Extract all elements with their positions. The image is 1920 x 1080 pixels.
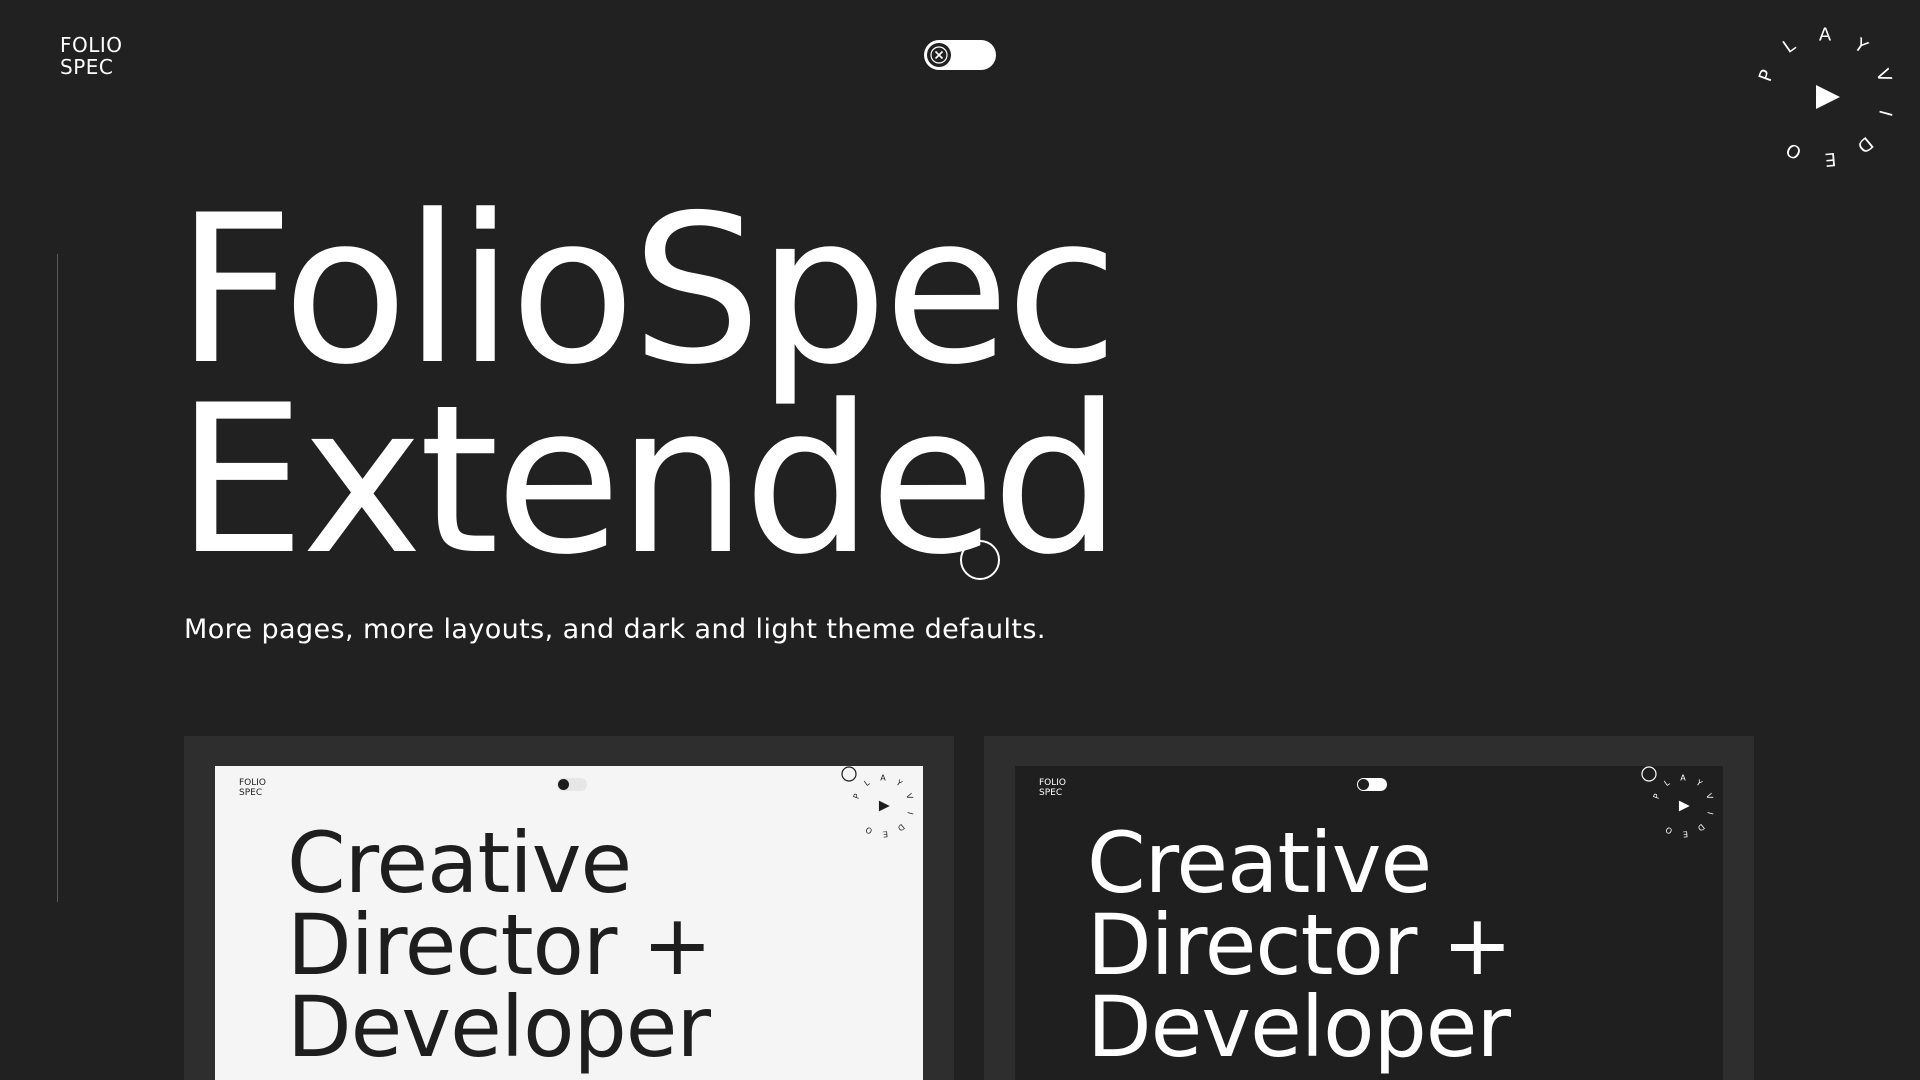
preview-title: Creative Director + Developer bbox=[1087, 814, 1513, 1076]
preview-logo: FOLIO SPEC bbox=[239, 778, 266, 798]
preview-title-line-1: Creative bbox=[287, 814, 632, 912]
preview-logo-line-2: SPEC bbox=[1039, 788, 1063, 798]
preview-title: Creative Director + Developer bbox=[287, 814, 713, 1076]
preview-theme-toggle bbox=[557, 778, 587, 791]
close-icon bbox=[930, 46, 948, 64]
badge-letter: O bbox=[1783, 138, 1806, 163]
badge-letter: Y bbox=[894, 777, 904, 788]
preview-card-dark[interactable]: FOLIO SPEC PLAYV I DEO Creative Director +… bbox=[984, 736, 1754, 1080]
badge-letter: D bbox=[1696, 822, 1707, 833]
badge-letter: L bbox=[862, 778, 871, 788]
badge-letter: P bbox=[852, 792, 862, 800]
preview-screen-light: FOLIO SPEC PLAYV I DEO Creative Director +… bbox=[215, 766, 923, 1080]
badge-letter: Y bbox=[1849, 34, 1872, 59]
theme-toggle[interactable] bbox=[924, 40, 996, 70]
badge-letter: P bbox=[1652, 792, 1662, 800]
preview-title-line-3: Developer bbox=[1087, 978, 1511, 1076]
badge-letter: L bbox=[1779, 35, 1799, 58]
badge-letter: Y bbox=[1694, 777, 1704, 788]
badge-letter: P bbox=[1755, 67, 1778, 85]
badge-letter: V bbox=[904, 792, 915, 801]
play-icon bbox=[1678, 800, 1690, 812]
badge-letter: O bbox=[864, 825, 874, 836]
logo-line-2: SPEC bbox=[60, 55, 114, 79]
preview-logo-line-1: FOLIO bbox=[239, 778, 267, 788]
preview-logo-line-1: FOLIO bbox=[1039, 778, 1067, 788]
preview-play-video-icon: PLAYV I DEO bbox=[841, 766, 915, 839]
play-video-button[interactable]: PL A YV I DEO bbox=[1740, 12, 1910, 182]
page: FOLIO SPEC PLAYVIDEO FolioSpec Extended … bbox=[0, 0, 1920, 1080]
hero-subtitle: More pages, more layouts, and dark and l… bbox=[184, 614, 1046, 645]
preview-screen-dark: FOLIO SPEC PLAYV I DEO Creative Director +… bbox=[1015, 766, 1723, 1080]
side-divider bbox=[57, 254, 58, 902]
preview-title-line-1: Creative bbox=[1087, 814, 1432, 912]
badge-letter: D bbox=[1853, 132, 1877, 157]
badge-letter: E bbox=[882, 829, 888, 838]
badge-letter: A bbox=[1680, 774, 1686, 783]
preview-theme-toggle bbox=[1357, 778, 1387, 791]
preview-title-line-2: Director + bbox=[287, 896, 713, 994]
hero-title: FolioSpec Extended bbox=[176, 172, 1122, 584]
preview-title-line-3: Developer bbox=[287, 978, 711, 1076]
badge-letter: O bbox=[1664, 825, 1674, 836]
badge-letter: E bbox=[1682, 829, 1688, 838]
logo-line-1: FOLIO bbox=[60, 33, 123, 57]
preview-logo: FOLIO SPEC bbox=[1039, 778, 1066, 798]
site-logo[interactable]: FOLIO SPEC bbox=[60, 34, 123, 78]
badge-letter: E bbox=[1824, 148, 1837, 170]
badge-letter: I bbox=[905, 811, 914, 816]
theme-toggle-knob bbox=[927, 43, 951, 67]
preview-toggle-knob bbox=[558, 779, 569, 790]
badge-letter: A bbox=[1819, 25, 1832, 46]
play-icon bbox=[878, 800, 890, 812]
badge-letter: A bbox=[880, 774, 886, 783]
cursor-ring bbox=[960, 540, 1000, 580]
preview-logo-line-2: SPEC bbox=[239, 788, 263, 798]
badge-letter: I bbox=[1705, 811, 1714, 816]
badge-letter: I bbox=[1874, 108, 1896, 119]
badge-letter: V bbox=[1871, 66, 1895, 85]
badge-letter: V bbox=[1704, 792, 1715, 801]
hero-title-line-1: FolioSpec bbox=[176, 172, 1118, 410]
preview-play-video-icon: PLAYV I DEO bbox=[1641, 766, 1715, 839]
preview-cursor-ring bbox=[1641, 766, 1657, 782]
badge-letter: L bbox=[1662, 778, 1671, 788]
badge-letter: D bbox=[896, 822, 907, 833]
preview-cursor-ring bbox=[841, 766, 857, 782]
preview-title-line-2: Director + bbox=[1087, 896, 1513, 994]
preview-card-light[interactable]: FOLIO SPEC PLAYV I DEO Creative Director +… bbox=[184, 736, 954, 1080]
play-icon bbox=[1816, 85, 1840, 109]
preview-toggle-knob bbox=[1358, 779, 1369, 790]
